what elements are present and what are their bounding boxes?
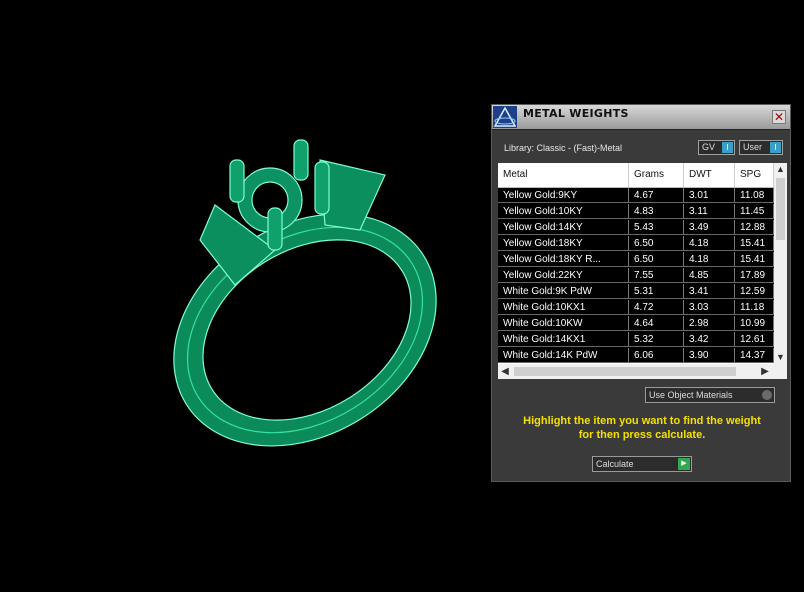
instruction-line-2: for then press calculate. xyxy=(578,429,706,441)
cell-spg: 15.41 xyxy=(735,252,774,267)
cell-grams: 5.43 xyxy=(629,220,684,235)
table-row[interactable]: Yellow Gold:10KY 4.83 3.11 11.45 xyxy=(498,204,774,219)
vertical-scrollbar[interactable]: ▲ ▼ xyxy=(774,163,787,364)
close-icon[interactable]: ✕ xyxy=(772,110,786,124)
cell-grams: 4.83 xyxy=(629,204,684,219)
cell-spg: 12.59 xyxy=(735,284,774,299)
table-row[interactable]: White Gold:14KX1 5.32 3.42 12.61 xyxy=(498,332,774,347)
instruction-text: Highlight the item you want to find the … xyxy=(502,414,782,442)
cell-metal: White Gold:10KX1 xyxy=(498,300,629,315)
cell-dwt: 3.90 xyxy=(684,348,735,363)
header-spg[interactable]: SPG xyxy=(735,163,774,187)
cell-dwt: 2.98 xyxy=(684,316,735,331)
cell-metal: White Gold:14KX1 xyxy=(498,332,629,347)
cell-grams: 7.55 xyxy=(629,268,684,283)
scroll-right-icon[interactable]: ▶ xyxy=(758,364,772,379)
cell-grams: 4.64 xyxy=(629,316,684,331)
header-dwt[interactable]: DWT xyxy=(684,163,735,187)
table-row[interactable]: Yellow Gold:18KY R... 6.50 4.18 15.41 xyxy=(498,252,774,267)
play-arrow-icon: ▶ xyxy=(678,458,690,470)
table-row[interactable]: Yellow Gold:9KY 4.67 3.01 11.08 xyxy=(498,188,774,203)
use-object-materials-label: Use Object Materials xyxy=(649,390,733,400)
horizontal-scrollbar[interactable]: ◀ ▶ xyxy=(498,364,787,379)
ring-model xyxy=(173,139,437,447)
cell-dwt: 3.11 xyxy=(684,204,735,219)
user-toggle-label: User xyxy=(743,142,763,152)
scroll-up-icon[interactable]: ▲ xyxy=(774,163,787,176)
calculate-button[interactable]: Calculate ▶ xyxy=(592,456,692,472)
cell-grams: 5.31 xyxy=(629,284,684,299)
table-row[interactable]: White Gold:10KX1 4.72 3.03 11.18 xyxy=(498,300,774,315)
cell-metal: Yellow Gold:9KY xyxy=(498,188,629,203)
toggle-off-icon xyxy=(762,390,772,400)
table-body: Yellow Gold:9KY 4.67 3.01 11.08 Yellow Gold:… xyxy=(498,188,774,363)
use-object-materials-toggle[interactable]: Use Object Materials xyxy=(645,387,775,403)
cell-metal: Yellow Gold:18KY R... xyxy=(498,252,629,267)
cell-metal: Yellow Gold:22KY xyxy=(498,268,629,283)
metal-weights-panel: METAL WEIGHTS ✕ Library: Classic - (Fast… xyxy=(491,104,791,482)
table-row[interactable]: Yellow Gold:18KY 6.50 4.18 15.41 xyxy=(498,236,774,251)
instruction-line-1: Highlight the item you want to find the … xyxy=(523,415,761,427)
cell-spg: 11.18 xyxy=(735,300,774,315)
header-metal[interactable]: Metal xyxy=(498,163,629,187)
cell-grams: 4.72 xyxy=(629,300,684,315)
cell-spg: 10.99 xyxy=(735,316,774,331)
table-row[interactable]: White Gold:14K PdW 6.06 3.90 14.37 xyxy=(498,348,774,363)
cell-metal: Yellow Gold:14KY xyxy=(498,220,629,235)
cell-dwt: 3.49 xyxy=(684,220,735,235)
cell-spg: 15.41 xyxy=(735,236,774,251)
vertical-scroll-thumb[interactable] xyxy=(776,178,785,240)
cell-dwt: 3.41 xyxy=(684,284,735,299)
cell-metal: White Gold:10KW xyxy=(498,316,629,331)
table-row[interactable]: White Gold:10KW 4.64 2.98 10.99 xyxy=(498,316,774,331)
cell-spg: 12.88 xyxy=(735,220,774,235)
table-header: Metal Grams DWT SPG xyxy=(498,163,774,188)
scroll-left-icon[interactable]: ◀ xyxy=(498,364,512,379)
metal-table: Metal Grams DWT SPG Yellow Gold:9KY 4.67 3… xyxy=(498,163,787,379)
panel-title: METAL WEIGHTS xyxy=(523,107,629,120)
cell-spg: 14.37 xyxy=(735,348,774,363)
cell-spg: 12.61 xyxy=(735,332,774,347)
horizontal-scroll-thumb[interactable] xyxy=(514,367,736,376)
user-toggle[interactable]: User I xyxy=(739,140,783,155)
cell-grams: 6.06 xyxy=(629,348,684,363)
cell-spg: 11.08 xyxy=(735,188,774,203)
cell-grams: 5.32 xyxy=(629,332,684,347)
panel-titlebar[interactable]: METAL WEIGHTS ✕ xyxy=(492,105,790,130)
gv-toggle[interactable]: GV I xyxy=(698,140,735,155)
toggle-on-icon: I xyxy=(722,142,733,153)
gv-toggle-label: GV xyxy=(702,142,716,152)
cell-dwt: 3.01 xyxy=(684,188,735,203)
cell-dwt: 4.18 xyxy=(684,252,735,267)
table-row[interactable]: Yellow Gold:22KY 7.55 4.85 17.89 xyxy=(498,268,774,283)
cell-metal: Yellow Gold:18KY xyxy=(498,236,629,251)
cell-grams: 4.67 xyxy=(629,188,684,203)
library-label: Library: Classic - (Fast)-Metal xyxy=(504,143,623,153)
cell-metal: White Gold:14K PdW xyxy=(498,348,629,363)
cell-metal: White Gold:9K PdW xyxy=(498,284,629,299)
cell-dwt: 3.03 xyxy=(684,300,735,315)
header-grams[interactable]: Grams xyxy=(629,163,684,187)
cell-grams: 6.50 xyxy=(629,252,684,267)
cell-grams: 6.50 xyxy=(629,236,684,251)
scroll-down-icon[interactable]: ▼ xyxy=(774,351,787,364)
cell-spg: 11.45 xyxy=(735,204,774,219)
toggle-on-icon: I xyxy=(770,142,781,153)
cell-dwt: 4.18 xyxy=(684,236,735,251)
table-row[interactable]: White Gold:9K PdW 5.31 3.41 12.59 xyxy=(498,284,774,299)
cell-metal: Yellow Gold:10KY xyxy=(498,204,629,219)
calculate-label: Calculate xyxy=(596,459,634,469)
cell-dwt: 3.42 xyxy=(684,332,735,347)
cell-dwt: 4.85 xyxy=(684,268,735,283)
table-row[interactable]: Yellow Gold:14KY 5.43 3.49 12.88 xyxy=(498,220,774,235)
app-logo-icon xyxy=(493,106,517,128)
cell-spg: 17.89 xyxy=(735,268,774,283)
